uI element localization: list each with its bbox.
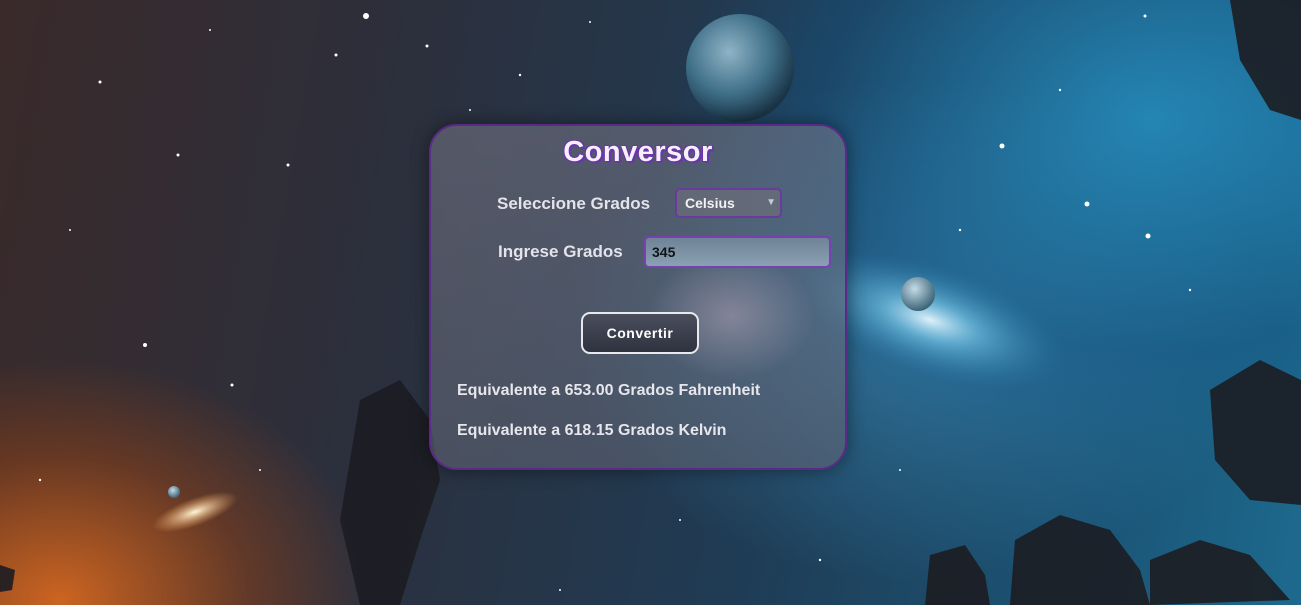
planet-right (901, 277, 935, 311)
result-kelvin: Equivalente a 618.15 Grados Kelvin (457, 422, 727, 439)
chevron-down-icon: ▼ (766, 197, 776, 208)
planet-left (168, 486, 180, 498)
degrees-input[interactable] (644, 236, 831, 268)
select-units-label: Seleccione Grados (497, 194, 651, 213)
units-select[interactable]: Celsius ▼ (675, 188, 782, 218)
space-background: Conversor Seleccione Grados Celsius ▼ In… (0, 0, 1301, 605)
planet-top (686, 14, 794, 122)
converter-card: Conversor Seleccione Grados Celsius ▼ In… (429, 124, 847, 470)
degrees-input-label: Ingrese Grados (498, 242, 623, 261)
result-fahrenheit: Equivalente a 653.00 Grados Fahrenheit (457, 382, 761, 399)
galaxy-left (152, 491, 238, 533)
converter-title: Conversor (563, 136, 713, 168)
units-select-value: Celsius (685, 195, 735, 211)
convert-button[interactable]: Convertir (581, 312, 699, 354)
